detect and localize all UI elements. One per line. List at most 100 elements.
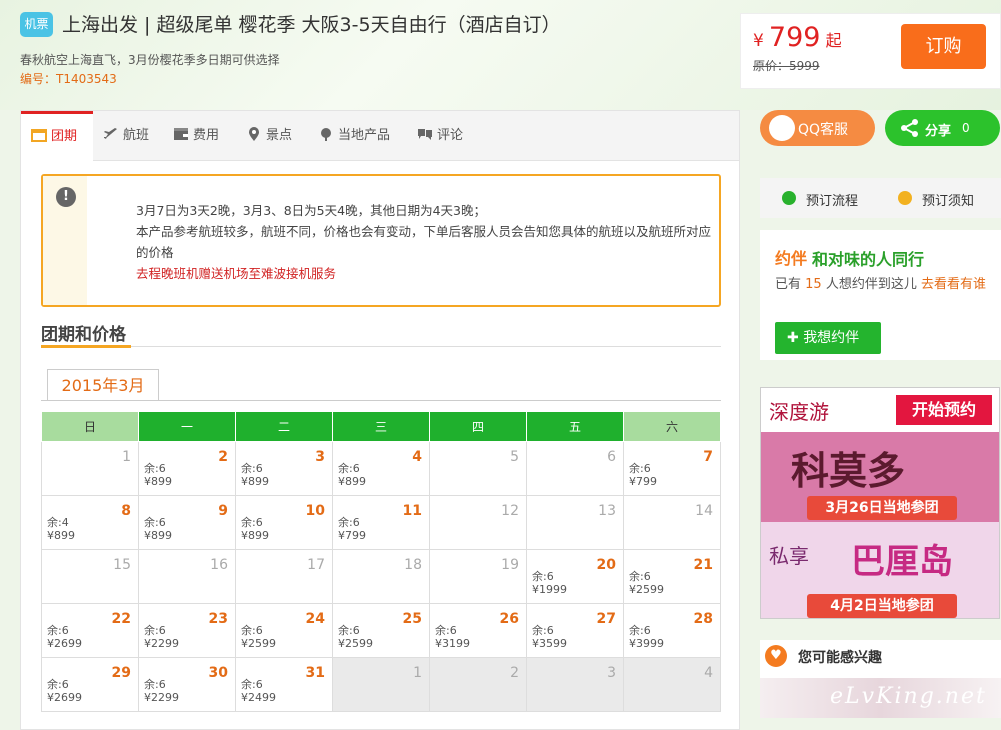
seats-left: 余:6 xyxy=(629,462,651,475)
price: ¥ 799 起 xyxy=(753,22,842,53)
day-number: 16 xyxy=(210,557,228,573)
day-number: 21 xyxy=(693,557,713,573)
warning-icon xyxy=(898,191,912,205)
calendar-day-cell[interactable]: 21 余:6 ¥2599 xyxy=(623,549,721,604)
day-number: 22 xyxy=(111,611,131,627)
day-price: ¥1999 xyxy=(532,583,567,596)
notice-line: 本产品参考航班较多，航班不同，价格也会有变动，下单后客服人员会告知您具体的航班以… xyxy=(136,224,712,260)
weekday-header: 四 xyxy=(429,411,527,442)
price-currency: ¥ xyxy=(753,31,764,51)
find-companion-button[interactable]: ✚ 我想约伴 xyxy=(775,322,881,354)
companion-title: 和对味的人同行 xyxy=(812,250,925,269)
weekday-header: 二 xyxy=(235,411,333,442)
day-price: ¥3199 xyxy=(435,637,470,650)
qq-label: QQ客服 xyxy=(798,122,849,138)
calendar-day-cell[interactable]: 3 余:6 ¥899 xyxy=(235,441,333,496)
calendar-day-cell[interactable]: 11 余:6 ¥799 xyxy=(332,495,430,550)
day-price: ¥2699 xyxy=(47,691,82,704)
day-price: ¥3999 xyxy=(629,637,664,650)
month-tab[interactable]: 2015年3月 xyxy=(47,369,159,401)
watermark: eLvKing.net xyxy=(830,684,987,709)
calendar-day-cell[interactable]: 24 余:6 ¥2599 xyxy=(235,603,333,658)
calendar-day-cell: 17 xyxy=(235,549,333,604)
location-pin-icon xyxy=(246,113,262,141)
tab-comments[interactable]: 评论 xyxy=(417,111,463,161)
day-number: 1 xyxy=(413,665,422,681)
seats-left: 余:6 xyxy=(629,570,651,583)
day-number: 24 xyxy=(305,611,325,627)
day-number: 5 xyxy=(510,449,519,465)
day-number: 12 xyxy=(501,503,519,519)
booking-process-link[interactable]: 预订流程 xyxy=(806,190,858,209)
day-availability: 余:6 ¥2499 xyxy=(241,678,276,704)
see-who-link[interactable]: 去看看有谁 xyxy=(921,277,986,292)
booking-notice-link[interactable]: 预订须知 xyxy=(922,190,974,209)
day-price: ¥3599 xyxy=(532,637,567,650)
weekday-header: 三 xyxy=(332,411,430,442)
product-code-label: 编号： xyxy=(20,72,57,86)
calendar-day-cell: 6 xyxy=(526,441,624,496)
day-availability: 余:6 ¥899 xyxy=(241,462,269,488)
calendar-day-cell[interactable]: 22 余:6 ¥2699 xyxy=(41,603,139,658)
seats-left: 余:6 xyxy=(629,624,651,637)
order-button[interactable]: 订购 xyxy=(901,24,986,69)
ad-banner[interactable]: 深度游 开始预约 科莫多 3月26日当地参团 私享 巴厘岛 4月2日当地参团 xyxy=(760,387,1000,619)
day-number: 27 xyxy=(596,611,616,627)
ad-destination-1: 科莫多 xyxy=(791,449,906,493)
calendar-day-cell[interactable]: 20 余:6 ¥1999 xyxy=(526,549,624,604)
month-divider xyxy=(41,400,721,401)
tab-local-products[interactable]: 当地产品 xyxy=(318,111,390,161)
calendar-day-cell[interactable]: 26 余:6 ¥3199 xyxy=(429,603,527,658)
share-count: 0 xyxy=(962,121,970,135)
section-title: 团期和价格 xyxy=(41,325,126,345)
ad-brand-text: 深度游 xyxy=(769,400,829,424)
calendar-day-cell[interactable]: 7 余:6 ¥799 xyxy=(623,441,721,496)
day-price: ¥2599 xyxy=(629,583,664,596)
main-panel: 团期 航班 费用 景点 当地产品 评论 ! 3月7日为3天2晚，3月3、8日为5… xyxy=(20,110,740,730)
share-label: 分享 xyxy=(925,124,952,139)
plane-icon xyxy=(103,113,119,139)
tab-schedule[interactable]: 团期 xyxy=(21,111,93,162)
exclamation-icon: ! xyxy=(56,187,76,207)
calendar-day-cell[interactable]: 25 余:6 ¥2599 xyxy=(332,603,430,658)
tab-sights[interactable]: 景点 xyxy=(246,111,292,161)
share-button[interactable]: 分享 0 xyxy=(885,110,1000,146)
calendar-day-cell[interactable]: 28 余:6 ¥3999 xyxy=(623,603,721,658)
calendar-day-cell: 1 xyxy=(332,657,430,712)
day-price: ¥899 xyxy=(338,475,366,488)
notice-box: ! 3月7日为3天2晚，3月3、8日为5天4晚，其他日期为4天3晚； 本产品参考… xyxy=(41,174,721,307)
seats-left: 余:6 xyxy=(435,624,457,637)
seats-left: 余:6 xyxy=(532,624,554,637)
calendar-day-cell[interactable]: 10 余:6 ¥899 xyxy=(235,495,333,550)
ad-book-button[interactable]: 开始预约 xyxy=(896,395,992,425)
tab-label: 评论 xyxy=(437,128,464,143)
calendar-day-cell[interactable]: 2 余:6 ¥899 xyxy=(138,441,236,496)
local-product-icon xyxy=(318,113,334,141)
seats-left: 余:6 xyxy=(338,516,360,529)
price-box: ¥ 799 起 原价：5999 订购 xyxy=(740,13,1001,89)
calendar-day-cell[interactable]: 29 余:6 ¥2699 xyxy=(41,657,139,712)
interest-title: 您可能感兴趣 xyxy=(798,650,882,666)
calendar-day-cell[interactable]: 30 余:6 ¥2299 xyxy=(138,657,236,712)
day-price: ¥799 xyxy=(338,529,366,542)
calendar-day-cell[interactable]: 31 余:6 ¥2499 xyxy=(235,657,333,712)
companion-info: 已有 15 人想约伴到这儿 去看看有谁 xyxy=(775,275,990,294)
seats-left: 余:6 xyxy=(144,678,166,691)
calendar-day-cell[interactable]: 8 余:4 ¥899 xyxy=(41,495,139,550)
day-number: 14 xyxy=(695,503,713,519)
ad-destination-2: 巴厘岛 xyxy=(851,542,953,582)
companion-logo: 约伴 xyxy=(775,249,808,268)
tab-cost[interactable]: 费用 xyxy=(173,111,219,161)
day-price: ¥899 xyxy=(144,475,172,488)
day-availability: 余:6 ¥2299 xyxy=(144,624,179,650)
seats-left: 余:4 xyxy=(47,516,69,529)
day-price: ¥2299 xyxy=(144,691,179,704)
day-price: ¥2499 xyxy=(241,691,276,704)
calendar-day-cell[interactable]: 9 余:6 ¥899 xyxy=(138,495,236,550)
qq-service-button[interactable]: QQ客服 xyxy=(760,110,875,146)
tab-flight[interactable]: 航班 xyxy=(103,111,149,161)
calendar-day-cell[interactable]: 23 余:6 ¥2299 xyxy=(138,603,236,658)
calendar-day-cell[interactable]: 27 余:6 ¥3599 xyxy=(526,603,624,658)
day-price: ¥2599 xyxy=(338,637,373,650)
calendar-day-cell[interactable]: 4 余:6 ¥899 xyxy=(332,441,430,496)
